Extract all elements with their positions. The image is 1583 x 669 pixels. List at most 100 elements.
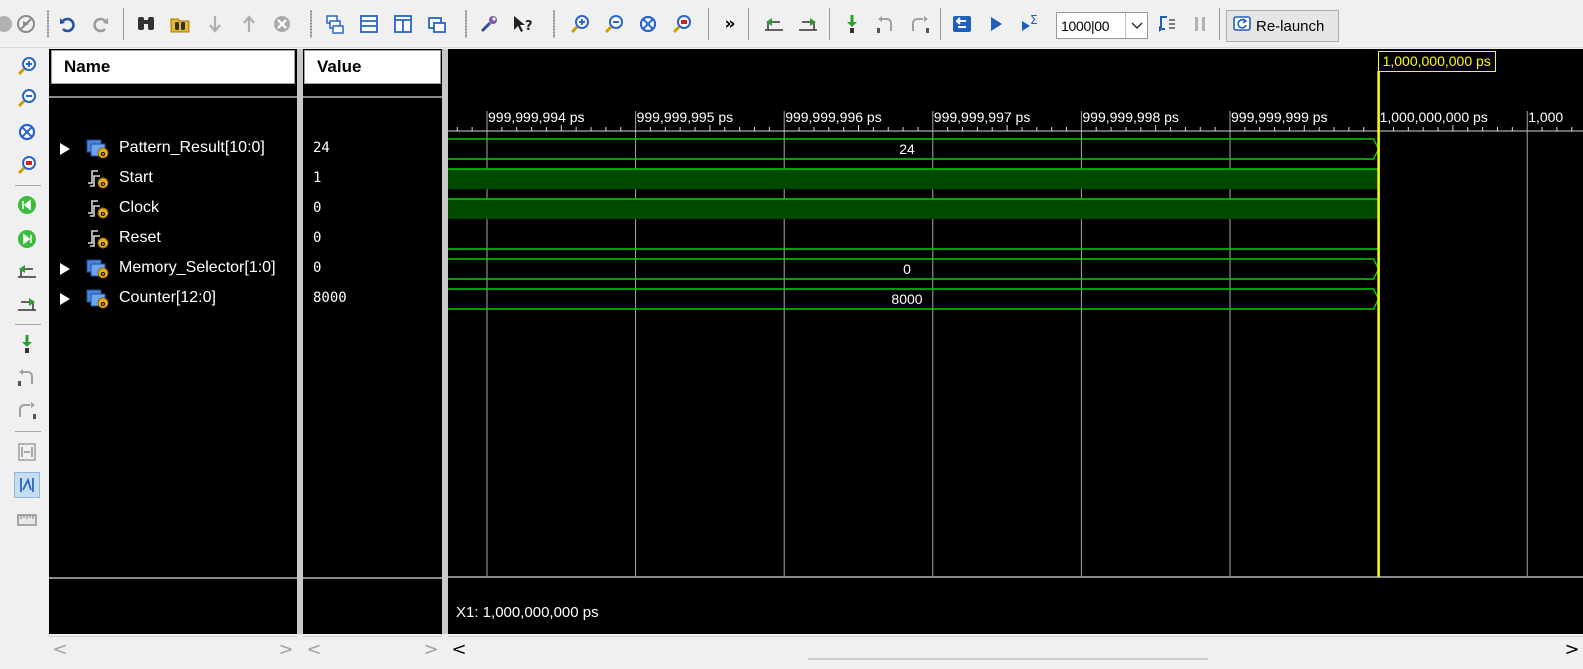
bit-signal-icon: o bbox=[85, 227, 111, 249]
signal-row[interactable]: o Clock bbox=[49, 193, 297, 223]
redo-icon[interactable] bbox=[86, 9, 114, 39]
bit-waveform-fill bbox=[448, 199, 1379, 219]
bit-signal-icon: o bbox=[85, 167, 111, 189]
vertical-toolbar bbox=[0, 49, 49, 669]
signal-value: 24 bbox=[313, 140, 330, 156]
bus-signal-icon: o bbox=[85, 257, 111, 279]
expand-triangle-icon[interactable] bbox=[59, 291, 71, 305]
waveform-scrollbar[interactable]: < > bbox=[448, 636, 1583, 661]
run-time-combobox[interactable] bbox=[1056, 12, 1148, 39]
scroll-right-icon[interactable]: > bbox=[422, 639, 440, 660]
time-tick-label: 999,999,995 ps bbox=[637, 109, 734, 125]
bus-value-label: 8000 bbox=[891, 291, 922, 307]
tile-horizontal-icon[interactable] bbox=[355, 9, 383, 39]
run-time-input[interactable] bbox=[1057, 14, 1125, 37]
signal-name: Clock bbox=[119, 199, 160, 216]
name-column-header[interactable]: Name bbox=[51, 50, 295, 84]
stop-icon[interactable] bbox=[12, 9, 40, 39]
more-chevron-icon: » bbox=[724, 14, 736, 34]
scroll-left-icon[interactable]: < bbox=[450, 639, 468, 660]
zoom-fit-icon[interactable] bbox=[14, 119, 40, 145]
svg-text:o: o bbox=[101, 270, 106, 278]
run-for-time-icon[interactable]: Σ bbox=[1016, 9, 1044, 39]
zoom-to-cursor-icon[interactable] bbox=[14, 152, 40, 178]
zoom-to-cursor-icon[interactable] bbox=[668, 9, 696, 39]
undo-icon[interactable] bbox=[54, 9, 82, 39]
signal-row[interactable]: o Start bbox=[49, 163, 297, 193]
scroll-left-icon[interactable]: < bbox=[51, 639, 69, 660]
toolbar-more-button[interactable]: » bbox=[716, 9, 744, 39]
signal-row[interactable]: o Pattern_Result[10:0] bbox=[49, 133, 297, 163]
time-tick-label: 999,999,994 ps bbox=[488, 109, 585, 125]
context-help-icon[interactable]: ? bbox=[508, 9, 536, 39]
signal-value: 0 bbox=[313, 230, 322, 246]
relaunch-button[interactable]: Re-launch bbox=[1226, 10, 1339, 42]
svg-text:o: o bbox=[101, 300, 106, 308]
time-tick-label: 1,000 bbox=[1528, 109, 1563, 125]
name-panel-scrollbar[interactable]: < > bbox=[49, 636, 297, 660]
zoom-in-icon[interactable] bbox=[566, 9, 594, 39]
svg-text:o: o bbox=[101, 180, 106, 188]
previous-transition-icon[interactable] bbox=[14, 258, 40, 284]
main-toolbar: ? » Σ 1000|00 Re-launch bbox=[0, 0, 1583, 48]
next-transition-icon[interactable] bbox=[794, 9, 822, 39]
scroll-right-icon[interactable]: > bbox=[277, 639, 295, 660]
value-panel-scrollbar[interactable]: < > bbox=[303, 636, 442, 660]
previous-up-icon[interactable] bbox=[235, 9, 263, 39]
chevron-down-icon[interactable] bbox=[1125, 13, 1147, 38]
restart-icon[interactable] bbox=[948, 9, 976, 39]
zoom-out-icon[interactable] bbox=[600, 9, 628, 39]
relaunch-label: Re-launch bbox=[1256, 17, 1325, 35]
find-icon[interactable] bbox=[132, 9, 160, 39]
signal-row[interactable]: o Memory_Selector[1:0] bbox=[49, 253, 297, 283]
settings-wrench-icon[interactable] bbox=[475, 9, 503, 39]
signal-row[interactable]: o Reset bbox=[49, 223, 297, 253]
svg-text:Σ: Σ bbox=[1030, 13, 1038, 27]
pause-icon[interactable] bbox=[1186, 9, 1214, 39]
zoom-in-icon[interactable] bbox=[14, 53, 40, 79]
bus-waveform bbox=[448, 258, 1380, 280]
clear-icon[interactable] bbox=[268, 9, 296, 39]
zoom-out-icon[interactable] bbox=[14, 85, 40, 111]
expand-triangle-icon[interactable] bbox=[59, 261, 71, 275]
time-tick-label: 999,999,998 ps bbox=[1082, 109, 1179, 125]
waveform-panel[interactable]: 999,999,994 ps 999,999,995 ps 999,999,996 … bbox=[448, 49, 1583, 634]
scroll-left-icon[interactable]: < bbox=[305, 639, 323, 660]
cascade-windows-icon[interactable] bbox=[321, 9, 349, 39]
step-over-icon[interactable] bbox=[14, 397, 40, 423]
step-back-icon[interactable] bbox=[14, 364, 40, 390]
cursor-time-label[interactable]: 1,000,000,000 ps bbox=[1377, 51, 1496, 72]
step-into-icon[interactable] bbox=[838, 9, 866, 39]
find-in-folder-icon[interactable] bbox=[166, 9, 194, 39]
time-tick-label: 999,999,997 ps bbox=[934, 109, 1031, 125]
snap-to-transition-icon[interactable] bbox=[14, 472, 40, 498]
previous-transition-icon[interactable] bbox=[760, 9, 788, 39]
signal-name-panel: o Pattern_Result[10:0] o Start o Clock o Reset o… bbox=[49, 49, 297, 634]
signal-row[interactable]: o Counter[12:0] bbox=[49, 283, 297, 313]
value-column-header[interactable]: Value bbox=[304, 50, 441, 84]
scroll-right-icon[interactable]: > bbox=[1563, 639, 1581, 660]
bit-signal-icon: o bbox=[85, 197, 111, 219]
tile-vertical-icon[interactable] bbox=[389, 9, 417, 39]
step-over-icon[interactable] bbox=[906, 9, 934, 39]
swap-cursors-icon[interactable] bbox=[14, 439, 40, 465]
expand-triangle-icon[interactable] bbox=[59, 141, 71, 155]
run-all-icon[interactable] bbox=[982, 9, 1010, 39]
step-into-icon[interactable] bbox=[14, 331, 40, 357]
step-back-icon[interactable] bbox=[872, 9, 900, 39]
signal-value-panel: 24 1 0 0 0 8000 bbox=[303, 49, 442, 634]
time-tick-label: 999,999,996 ps bbox=[785, 109, 882, 125]
go-to-start-icon[interactable] bbox=[14, 192, 40, 218]
waveform-canvas[interactable]: 999,999,994 ps 999,999,995 ps 999,999,996 … bbox=[448, 49, 1583, 634]
timeline-ruler-icon[interactable] bbox=[14, 507, 40, 533]
signal-name-list: o Pattern_Result[10:0] o Start o Clock o Reset o… bbox=[49, 133, 297, 573]
svg-text:o: o bbox=[101, 210, 106, 218]
bus-value-label: 24 bbox=[899, 141, 915, 157]
zoom-fit-icon[interactable] bbox=[634, 9, 662, 39]
float-window-icon[interactable] bbox=[423, 9, 451, 39]
signal-name: Pattern_Result[10:0] bbox=[119, 139, 265, 156]
next-down-icon[interactable] bbox=[201, 9, 229, 39]
next-transition-icon[interactable] bbox=[14, 291, 40, 317]
step-icon[interactable] bbox=[1152, 9, 1180, 39]
go-to-end-icon[interactable] bbox=[14, 226, 40, 252]
